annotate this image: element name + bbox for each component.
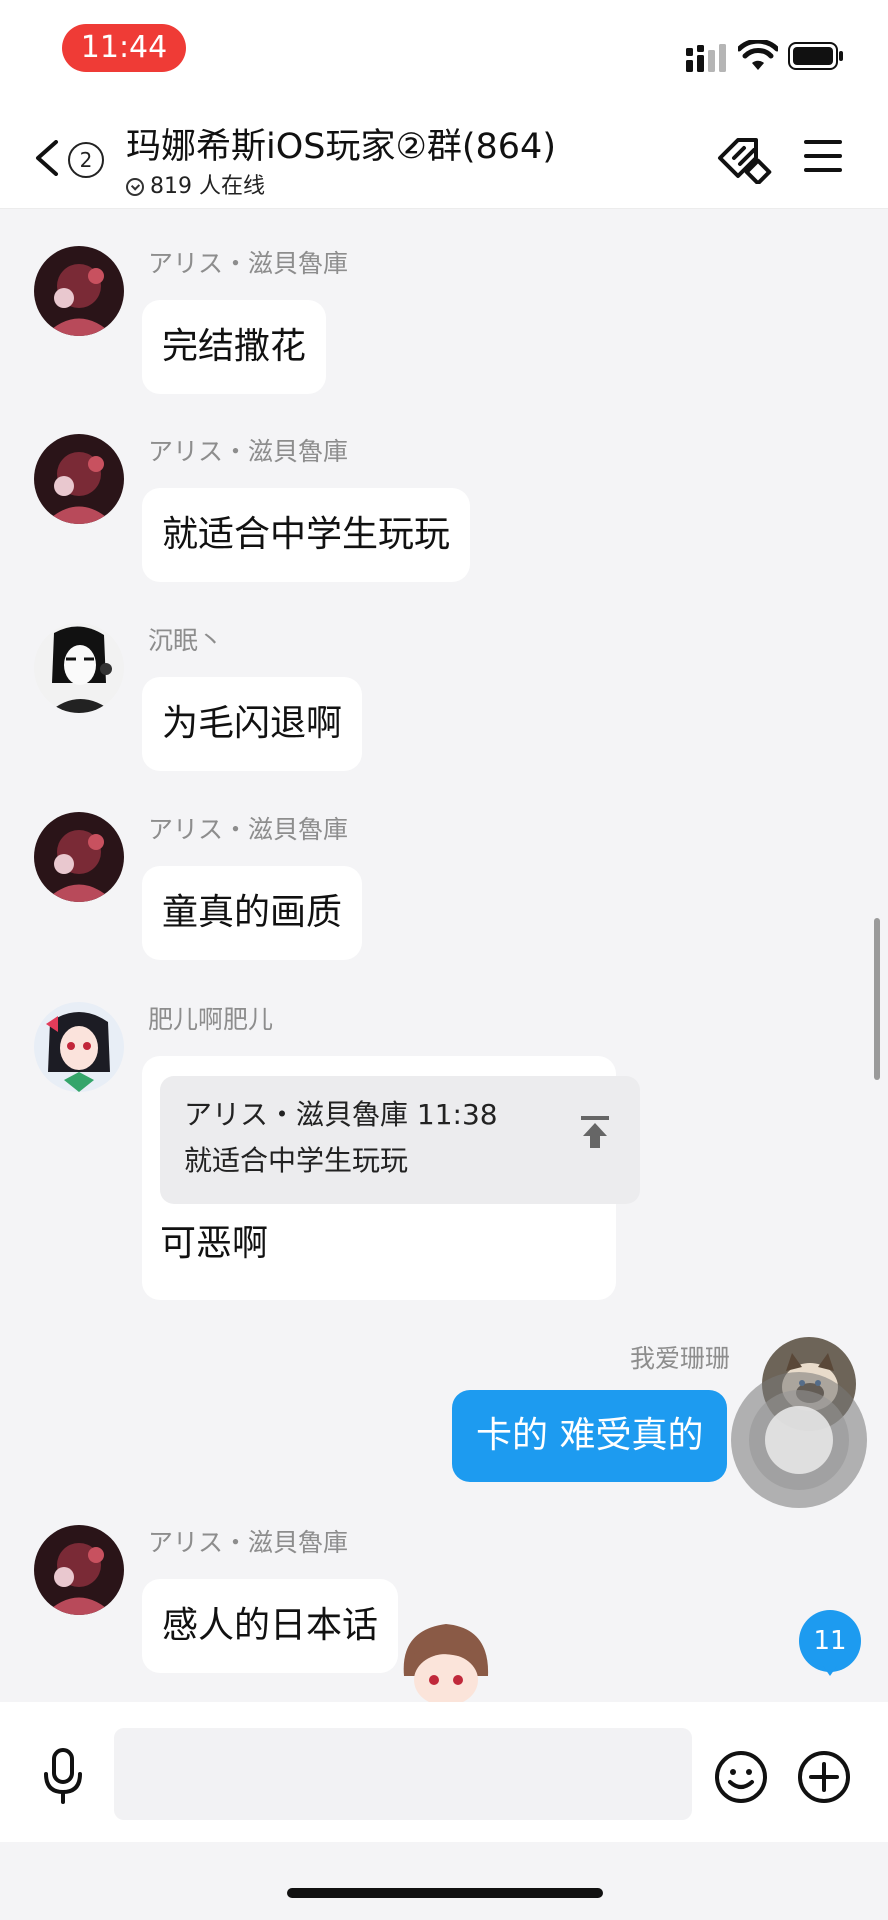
- group-title[interactable]: 玛娜希斯iOS玩家②群(864): [126, 118, 556, 169]
- message-bubble[interactable]: 感人的日本话: [142, 1579, 399, 1673]
- home-indicator[interactable]: [287, 1888, 603, 1898]
- emoji-icon[interactable]: [714, 1750, 768, 1804]
- avatar[interactable]: [34, 623, 124, 713]
- reply-message-bubble[interactable]: アリス・滋貝魯庫 11:38 就适合中学生玩玩 可恶啊: [142, 1056, 640, 1300]
- sender-name: アリス・滋貝魯庫: [148, 437, 349, 466]
- my-sender-name: 我爱珊珊: [630, 1344, 731, 1373]
- status-bar: 11:44: [0, 0, 888, 102]
- battery-icon: [788, 42, 843, 70]
- mascot-sticker[interactable]: [396, 1616, 496, 1704]
- quoted-text: 就适合中学生玩玩: [184, 1144, 409, 1177]
- status-time: 11:44: [62, 24, 186, 72]
- sender-name: アリス・滋貝魯庫: [148, 249, 349, 278]
- plus-icon[interactable]: [797, 1750, 851, 1804]
- unread-chats-count: 2: [68, 142, 104, 178]
- message-bubble[interactable]: 童真的画质: [142, 866, 363, 960]
- avatar[interactable]: [34, 1002, 124, 1092]
- online-count: 819 人在线: [126, 168, 265, 200]
- avatar[interactable]: [34, 1525, 124, 1615]
- message-bubble[interactable]: 就适合中学生玩玩: [142, 488, 471, 582]
- online-status-icon: [126, 178, 144, 196]
- message-input[interactable]: [114, 1728, 692, 1820]
- signal-icon: [686, 44, 726, 72]
- sender-name: 肥儿啊肥儿: [148, 1005, 274, 1034]
- unread-messages-badge[interactable]: 11: [799, 1610, 861, 1676]
- jump-to-quote-icon[interactable]: [580, 1114, 610, 1150]
- home-area: [0, 1842, 888, 1920]
- avatar[interactable]: [34, 812, 124, 902]
- mic-icon[interactable]: [42, 1748, 84, 1804]
- message-bubble[interactable]: 为毛闪退啊: [142, 677, 363, 771]
- group-tag-icon[interactable]: [716, 134, 772, 184]
- scrollbar[interactable]: [874, 918, 880, 1080]
- avatar[interactable]: [34, 246, 124, 336]
- sender-name: アリス・滋貝魯庫: [148, 815, 349, 844]
- sender-name: 沉眠丶: [148, 626, 224, 655]
- input-bar: [0, 1702, 888, 1842]
- chat-header: 2 玛娜希斯iOS玩家②群(864) 819 人在线: [0, 102, 888, 209]
- quoted-header: アリス・滋貝魯庫 11:38: [184, 1098, 498, 1131]
- menu-icon[interactable]: [802, 138, 844, 174]
- sender-name: アリス・滋貝魯庫: [148, 1528, 349, 1557]
- assistive-touch-button[interactable]: [731, 1372, 867, 1508]
- quoted-message[interactable]: アリス・滋貝魯庫 11:38 就适合中学生玩玩: [160, 1076, 640, 1204]
- avatar[interactable]: [34, 434, 124, 524]
- back-chevron-icon: [36, 140, 58, 176]
- message-text: 可恶啊: [160, 1223, 269, 1264]
- my-message-bubble[interactable]: 卡的 难受真的: [452, 1390, 728, 1482]
- online-count-text: 819 人在线: [150, 174, 265, 199]
- back-button[interactable]: 2: [34, 132, 106, 180]
- wifi-icon: [738, 40, 778, 70]
- message-bubble[interactable]: 完结撒花: [142, 300, 327, 394]
